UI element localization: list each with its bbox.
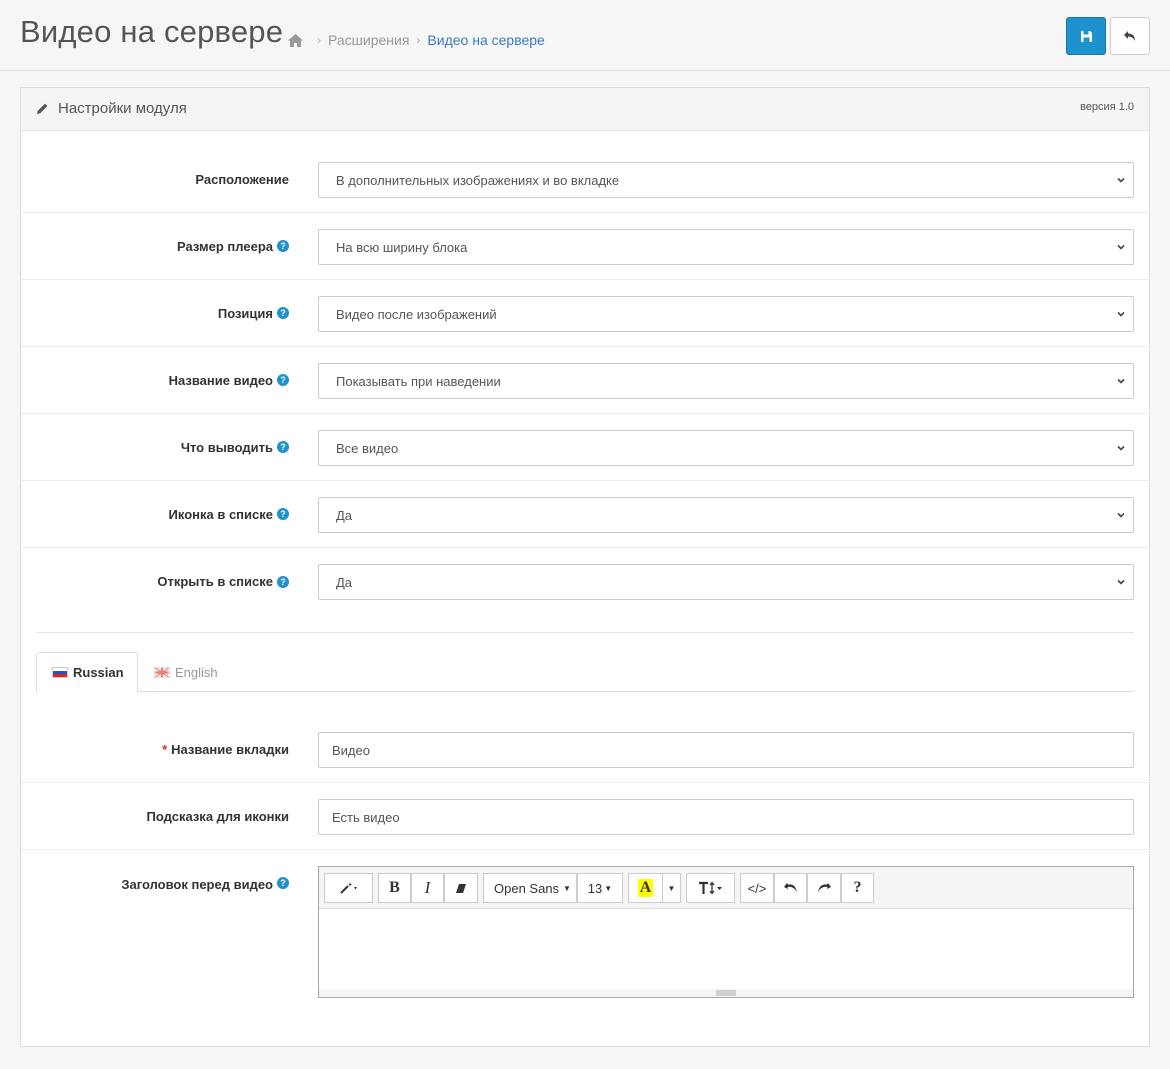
help-icon[interactable]: ?	[277, 575, 289, 588]
reply-icon	[1124, 31, 1135, 41]
style-button[interactable]	[324, 873, 373, 903]
italic-button[interactable]: I	[411, 873, 444, 903]
setting-label: Размер плеера?	[177, 213, 289, 279]
open-in-list-select[interactable]: Да	[318, 564, 1134, 600]
chevron-down-icon	[1117, 579, 1125, 585]
undo-button[interactable]	[774, 873, 807, 903]
editor-content-area[interactable]	[319, 909, 1133, 989]
panel-heading: Настройки модуля версия 1.0	[21, 88, 1149, 131]
chevron-down-icon	[1117, 177, 1125, 183]
chevron-down-icon	[1117, 378, 1125, 384]
help-icon[interactable]: ?	[277, 508, 289, 520]
breadcrumb-separator: ›	[317, 33, 321, 47]
setting-row-location: Расположение В дополнительных изображени…	[21, 146, 1149, 213]
panel-title-text: Настройки модуля	[58, 100, 187, 117]
setting-row-open-in-list: Открыть в списке? Да	[21, 548, 1149, 615]
language-tabs: Russian English	[36, 652, 1134, 693]
setting-label: Название видео?	[169, 347, 289, 413]
breadcrumb: › Расширения › Видео на сервере	[287, 32, 545, 48]
field-row-icon-hint: Подсказка для иконки Есть видео	[21, 783, 1149, 850]
pencil-icon	[37, 103, 48, 114]
breadcrumb-separator: ›	[416, 33, 421, 47]
field-label: * Название вкладки	[162, 741, 289, 757]
chevron-down-icon	[1117, 512, 1125, 518]
line-height-button[interactable]	[686, 873, 735, 903]
help-icon[interactable]: ?	[277, 877, 289, 889]
field-row-tab-name: * Название вкладки Видео	[21, 716, 1149, 783]
player-size-select[interactable]: На всю ширину блока	[318, 229, 1134, 265]
setting-row-what-to-show: Что выводить? Все видео	[21, 414, 1149, 481]
grip-icon	[716, 990, 736, 996]
location-select[interactable]: В дополнительных изображениях и во вклад…	[318, 162, 1134, 198]
breadcrumb-current[interactable]: Видео на сервере	[427, 32, 544, 48]
color-dropdown-button[interactable]: ▼	[662, 873, 681, 903]
tab-label: Russian	[73, 665, 124, 680]
setting-label: Открыть в списке?	[157, 548, 289, 615]
setting-row-video-title: Название видео? Показывать при наведении	[21, 347, 1149, 414]
field-label: Заголовок перед видео?	[121, 850, 289, 892]
setting-row-position: Позиция? Видео после изображений	[21, 280, 1149, 347]
page-header: Видео на сервере › Расширения › Видео на…	[0, 0, 1170, 71]
rich-text-editor: B I Open Sans ▼ 13 ▼ A ▼ </> ?	[318, 866, 1134, 998]
resize-handle[interactable]	[319, 989, 1133, 997]
setting-label: Что выводить?	[181, 414, 289, 480]
undo-icon	[783, 883, 797, 892]
icon-hint-input[interactable]: Есть видео	[318, 799, 1134, 835]
font-family-dropdown[interactable]: Open Sans ▼	[483, 873, 577, 903]
help-icon[interactable]: ?	[277, 374, 289, 386]
breadcrumb-extensions[interactable]: Расширения	[328, 32, 409, 48]
home-icon[interactable]	[287, 33, 304, 48]
text-color-button[interactable]: A	[628, 873, 663, 903]
setting-label: Иконка в списке?	[169, 481, 289, 547]
divider	[36, 632, 1134, 633]
editor-toolbar: B I Open Sans ▼ 13 ▼ A ▼ </> ?	[319, 867, 1133, 909]
help-button[interactable]: ?	[841, 873, 874, 903]
text-height-icon	[698, 881, 722, 895]
bold-button[interactable]: B	[378, 873, 411, 903]
ru-flag-icon	[52, 667, 68, 678]
tab-russian[interactable]: Russian	[36, 652, 138, 693]
required-mark: *	[162, 741, 168, 757]
settings-panel: Настройки модуля версия 1.0 Расположение…	[20, 87, 1150, 1047]
page-title: Видео на сервере	[20, 14, 284, 49]
tab-english[interactable]: English	[154, 652, 218, 692]
panel-title: Настройки модуля	[36, 100, 187, 117]
position-select[interactable]: Видео после изображений	[318, 296, 1134, 332]
gb-flag-icon	[154, 666, 170, 678]
setting-row-list-icon: Иконка в списке? Да	[21, 481, 1149, 548]
tab-label: English	[175, 664, 218, 680]
setting-label: Позиция?	[218, 280, 289, 346]
setting-row-player-size: Размер плеера? На всю ширину блока	[21, 213, 1149, 280]
code-view-button[interactable]: </>	[740, 873, 774, 903]
help-icon[interactable]: ?	[277, 307, 289, 319]
back-button[interactable]	[1110, 17, 1150, 55]
clear-format-button[interactable]	[444, 873, 478, 903]
video-title-select[interactable]: Показывать при наведении	[318, 363, 1134, 399]
setting-label: Расположение	[195, 171, 289, 187]
redo-icon	[818, 883, 831, 892]
help-icon[interactable]: ?	[277, 240, 289, 252]
help-icon[interactable]: ?	[277, 441, 289, 453]
magic-wand-icon	[339, 882, 357, 894]
tab-name-input[interactable]: Видео	[318, 732, 1134, 768]
what-to-show-select[interactable]: Все видео	[318, 430, 1134, 466]
chevron-down-icon	[1117, 244, 1125, 250]
redo-button[interactable]	[807, 873, 841, 903]
save-button[interactable]	[1066, 17, 1106, 55]
floppy-disk-icon	[1080, 30, 1092, 42]
list-icon-select[interactable]: Да	[318, 497, 1134, 533]
eraser-icon	[456, 883, 466, 893]
chevron-down-icon	[1117, 445, 1125, 451]
version-label: версия 1.0	[1080, 101, 1134, 113]
field-label: Подсказка для иконки	[146, 808, 289, 824]
chevron-down-icon	[1117, 311, 1125, 317]
font-size-dropdown[interactable]: 13 ▼	[577, 873, 623, 903]
